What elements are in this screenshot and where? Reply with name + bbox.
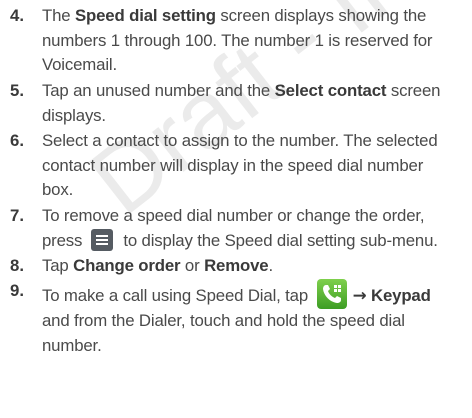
step-text: The Speed dial setting screen displays s… — [42, 4, 460, 78]
step-text-segment: screen displays showing the — [215, 6, 427, 25]
step-text-segment: . — [268, 256, 273, 275]
step-text-line: Select a contact to assign to the number… — [42, 131, 438, 150]
step-text-line: displays. — [42, 105, 106, 125]
step-text-line: and from the Dialer, touch and hold the … — [42, 311, 405, 330]
menu-key-icon — [90, 228, 113, 251]
step-number: 9. — [10, 281, 24, 300]
screen-name: Select contact — [274, 81, 387, 100]
step-number: 7. — [10, 206, 24, 225]
step-9: 9. To make a call using Speed Dial, tap … — [0, 279, 472, 358]
step-5: 5. Tap an unused number and the Select c… — [0, 79, 472, 128]
step-text: Select a contact to assign to the number… — [42, 129, 460, 203]
step-7: 7. To remove a speed dial number or chan… — [0, 204, 472, 253]
step-text-segment: To make a call using Speed Dial, tap — [42, 286, 313, 305]
step-text-segment: or — [180, 256, 205, 275]
step-text-line: contact number will display in the speed… — [42, 155, 424, 175]
step-number: 8. — [10, 256, 24, 275]
step-number: 4. — [10, 6, 24, 25]
step-text-line: To remove a speed dial number or change … — [42, 206, 425, 225]
option-name: Remove — [204, 256, 269, 275]
step-text: Tap an unused number and the Select cont… — [42, 79, 460, 128]
step-text-line: numbers 1 through 100. The number 1 is r… — [42, 30, 433, 50]
phone-app-icon — [316, 279, 347, 309]
step-text: Tap Change order or Remove. — [42, 254, 460, 279]
step-text-segment: Tap — [42, 256, 74, 275]
tab-name: Keypad — [371, 286, 431, 305]
step-text: To make a call using Speed Dial, tap → K… — [42, 279, 460, 358]
step-number: 5. — [10, 81, 24, 100]
step-text-segment: to display the Speed dial setting sub-me… — [118, 230, 438, 250]
step-text-segment: press — [42, 230, 87, 250]
step-text-line: number. — [42, 335, 102, 355]
step-text: To remove a speed dial number or change … — [42, 204, 460, 253]
arrow-icon: → — [352, 285, 367, 305]
step-8: 8. Tap Change order or Remove. — [0, 254, 472, 279]
step-4: 4. The Speed dial setting screen display… — [0, 4, 472, 78]
step-text-segment: screen — [386, 81, 441, 100]
step-text-segment: The — [42, 6, 75, 25]
step-6: 6. Select a contact to assign to the num… — [0, 129, 472, 203]
step-text-line: Voicemail. — [42, 55, 117, 75]
step-text-line: box. — [42, 180, 74, 200]
step-number: 6. — [10, 131, 24, 150]
option-name: Change order — [73, 256, 181, 275]
step-text-segment: Tap an unused number and the — [42, 81, 275, 100]
screen-name: Speed dial setting — [74, 6, 216, 25]
